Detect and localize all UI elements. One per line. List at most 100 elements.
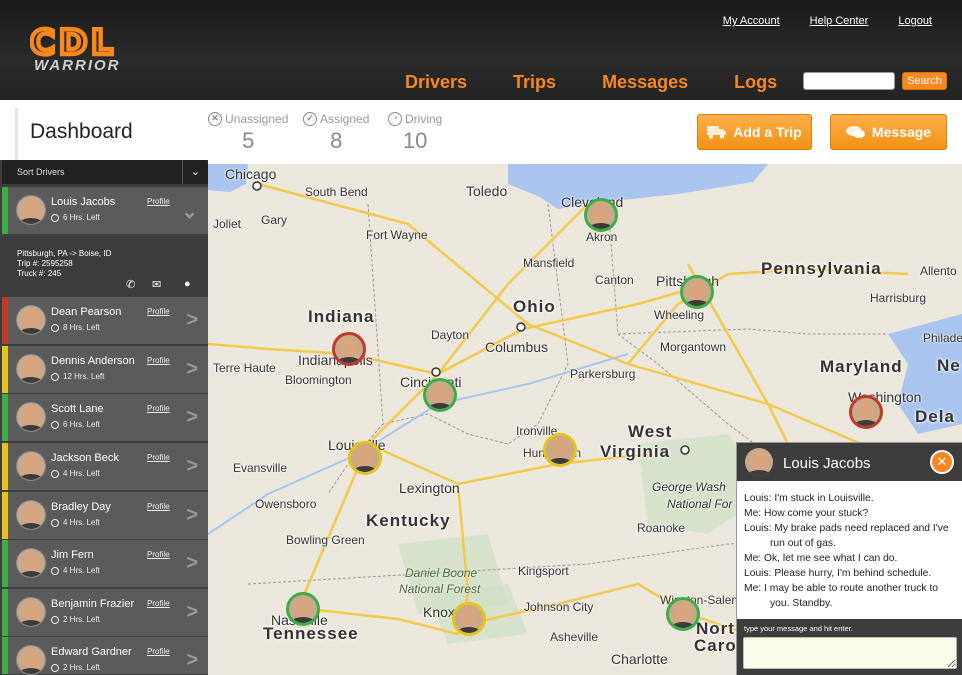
- chevron-down-icon[interactable]: ⌄: [181, 199, 198, 224]
- stat-assigned[interactable]: ✓ Assigned 8: [303, 112, 369, 154]
- driver-row-jim-fern[interactable]: Jim Fern 4 Hrs. Left Profile >: [2, 540, 208, 588]
- hours-text: 12 Hrs. Left: [63, 372, 105, 381]
- status-strip: [2, 540, 8, 587]
- state-label: Indiana: [308, 307, 375, 326]
- driver-row-scott-lane[interactable]: Scott Lane 6 Hrs. Left Profile >: [2, 394, 208, 442]
- driver-details: Pittsburgh, PA -> Boise, ID Trip #: 2595…: [2, 236, 208, 296]
- profile-link[interactable]: Profile: [147, 307, 170, 316]
- message-button[interactable]: Message: [830, 114, 947, 150]
- driver-map-pin[interactable]: [286, 592, 320, 626]
- header-divider: [15, 108, 18, 160]
- avatar: [16, 354, 46, 384]
- my-account-link[interactable]: My Account: [723, 15, 780, 27]
- search-input[interactable]: [803, 72, 895, 90]
- close-icon[interactable]: ✕: [930, 450, 954, 474]
- driver-face-icon: [669, 600, 697, 628]
- hours-left: 4 Hrs. Left: [51, 469, 100, 478]
- avatar: [16, 500, 46, 530]
- driver-row-dennis-anderson[interactable]: Dennis Anderson 12 Hrs. Left Profile >: [2, 346, 208, 394]
- chat-icon[interactable]: ●: [184, 278, 191, 290]
- dashboard-header: Dashboard ✕ Unassigned 5 ✓ Assigned 8 ◔ Dri…: [0, 100, 962, 164]
- chevron-right-icon[interactable]: >: [186, 358, 198, 381]
- city-label: Bowling Green: [286, 533, 365, 547]
- sort-drivers-dropdown[interactable]: Sort Drivers ⌄: [2, 160, 208, 184]
- city-label: Morgantown: [660, 340, 727, 354]
- help-center-link[interactable]: Help Center: [810, 15, 869, 27]
- message-label: Message: [871, 124, 932, 140]
- driver-face-icon: [852, 398, 880, 426]
- hours-text: 4 Hrs. Left: [63, 566, 100, 575]
- clock-icon: [51, 469, 59, 478]
- city-dot: [252, 181, 262, 191]
- chevron-right-icon[interactable]: >: [186, 309, 198, 332]
- driver-map-pin[interactable]: [332, 332, 366, 366]
- nav-trips[interactable]: Trips: [513, 72, 556, 93]
- driver-map-pin[interactable]: [666, 597, 700, 631]
- city-label: Terre Haute: [213, 361, 276, 375]
- chevron-right-icon[interactable]: >: [186, 406, 198, 429]
- chat-message: Me: How come your stuck?: [744, 508, 869, 519]
- profile-link[interactable]: Profile: [147, 599, 170, 608]
- city-label: Owensboro: [255, 497, 317, 511]
- mail-icon[interactable]: ✉: [152, 278, 161, 291]
- driver-map-pin[interactable]: [849, 395, 883, 429]
- state-label: Maryland: [820, 357, 903, 376]
- hours-left: 12 Hrs. Left: [51, 372, 104, 381]
- profile-link[interactable]: Profile: [147, 550, 170, 559]
- profile-link[interactable]: Profile: [147, 356, 170, 365]
- clock-icon: [51, 566, 59, 575]
- hours-text: 4 Hrs. Left: [63, 469, 100, 478]
- chevron-right-icon[interactable]: >: [186, 455, 198, 478]
- hours-left: 4 Hrs. Left: [51, 566, 100, 575]
- chevron-right-icon[interactable]: >: [186, 504, 198, 527]
- chat-contact-name: Louis Jacobs: [783, 455, 871, 472]
- driver-name: Dennis Anderson: [51, 355, 135, 367]
- driver-row-benjamin-frazier[interactable]: Benjamin Frazier 2 Hrs. Left Profile >: [2, 589, 208, 637]
- chevron-right-icon[interactable]: >: [186, 552, 198, 575]
- driver-map-pin[interactable]: [423, 378, 457, 412]
- chat-message: Louis: I'm stuck in Louisville.: [744, 493, 874, 504]
- logout-link[interactable]: Logout: [898, 15, 932, 27]
- city-label: Toledo: [466, 183, 508, 199]
- hours-text: 4 Hrs. Left: [63, 518, 100, 527]
- driver-row-edward-gardner[interactable]: Edward Gardner 2 Hrs. Left Profile >: [2, 637, 208, 675]
- nav-messages[interactable]: Messages: [602, 72, 688, 93]
- cdl-warrior-logo[interactable]: CDL WARRIOR: [30, 24, 140, 76]
- stat-unassigned[interactable]: ✕ Unassigned 5: [208, 112, 288, 154]
- hours-left: 2 Hrs. Left: [51, 615, 100, 624]
- profile-link[interactable]: Profile: [147, 502, 170, 511]
- driver-map-pin[interactable]: [584, 198, 618, 232]
- driver-row-louis-jacobs[interactable]: Louis Jacobs 6 Hrs. Left Profile ⌄: [2, 187, 208, 235]
- driver-row-bradley-day[interactable]: Bradley Day 4 Hrs. Left Profile >: [2, 492, 208, 540]
- chat-message: Me: I may be able to route another truck…: [744, 583, 939, 609]
- status-strip: [2, 346, 8, 393]
- add-trip-button[interactable]: Add a Trip: [697, 114, 812, 150]
- hours-left: 2 Hrs. Left: [51, 663, 100, 672]
- state-label: Ohio: [513, 297, 556, 316]
- phone-icon[interactable]: ✆: [126, 278, 135, 291]
- search-button[interactable]: Search: [902, 72, 947, 90]
- driver-map-pin[interactable]: [680, 275, 714, 309]
- chat-message: Louis: Please hurry, I'm behind schedule…: [744, 568, 932, 579]
- driver-row-jackson-beck[interactable]: Jackson Beck 4 Hrs. Left Profile >: [2, 443, 208, 491]
- driver-map-pin[interactable]: [543, 433, 577, 467]
- stat-value: 8: [330, 128, 343, 153]
- stat-driving[interactable]: ◔ Driving 10: [388, 112, 442, 154]
- driver-map-pin[interactable]: [452, 602, 486, 636]
- chat-input[interactable]: [743, 637, 957, 669]
- city-label: Canton: [595, 273, 634, 287]
- nav-drivers[interactable]: Drivers: [405, 72, 467, 93]
- driver-row-dean-pearson[interactable]: Dean Pearson 8 Hrs. Left Profile >: [2, 297, 208, 345]
- chevron-right-icon[interactable]: >: [186, 649, 198, 672]
- clock-icon: [51, 372, 59, 381]
- nav-logs[interactable]: Logs: [734, 72, 777, 93]
- driver-name: Jackson Beck: [51, 452, 119, 464]
- profile-link[interactable]: Profile: [147, 404, 170, 413]
- chevron-down-icon[interactable]: ⌄: [182, 160, 208, 184]
- city-label: Bloomington: [285, 373, 352, 387]
- profile-link[interactable]: Profile: [147, 453, 170, 462]
- driver-map-pin[interactable]: [348, 441, 382, 475]
- profile-link[interactable]: Profile: [147, 647, 170, 656]
- chevron-right-icon[interactable]: >: [186, 601, 198, 624]
- profile-link[interactable]: Profile: [147, 197, 170, 206]
